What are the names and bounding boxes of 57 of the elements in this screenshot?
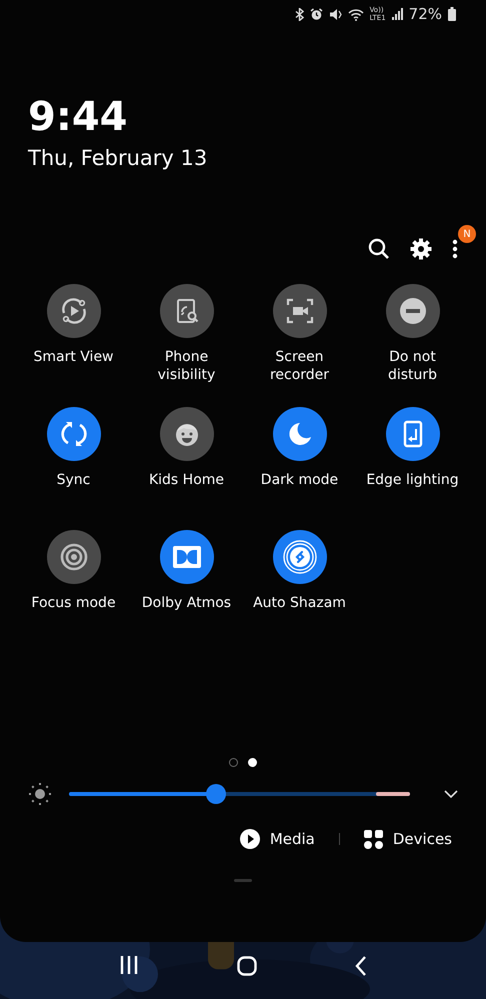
home-icon: [237, 956, 257, 976]
chevron-down-icon: [444, 790, 458, 798]
toggle-label: Focus mode: [31, 594, 116, 612]
media-button[interactable]: Media: [238, 827, 317, 851]
toggle-label: Screen recorder: [268, 348, 330, 384]
drag-handle[interactable]: [234, 879, 252, 882]
quick-toggle[interactable]: [272, 284, 326, 338]
screen-recorder-icon: [284, 296, 314, 326]
target-icon: [60, 543, 88, 571]
more-button[interactable]: [450, 237, 460, 261]
clock-date: Thu, February 13: [28, 146, 208, 170]
quick-toggle[interactable]: [160, 284, 214, 338]
quick-toggle[interactable]: [46, 530, 100, 584]
battery-icon: [448, 7, 456, 21]
toggle-label: Dolby Atmos: [142, 594, 232, 612]
brightness-icon: [29, 783, 51, 805]
expand-button[interactable]: [442, 788, 460, 800]
wifi-icon: [348, 8, 364, 20]
search-icon: [368, 238, 390, 260]
signal-icon: [392, 8, 403, 20]
play-icon: [240, 829, 260, 849]
toggle-label: Phone visibility: [156, 348, 216, 384]
alarm-icon: [310, 8, 323, 20]
toggle-label: Edge lighting: [366, 471, 459, 489]
grid-icon: [364, 830, 383, 848]
clock-time: 9:44: [28, 94, 128, 140]
bluetooth-icon: [294, 8, 304, 20]
devices-button[interactable]: Devices: [362, 828, 454, 850]
recents-icon: [119, 956, 139, 974]
dolby-icon: [172, 546, 200, 568]
quick-toggle[interactable]: [272, 530, 326, 584]
battery-percent: 72%: [408, 5, 442, 23]
back-icon: [355, 956, 367, 976]
quick-toggle[interactable]: [386, 284, 440, 338]
toggle-label: Do not disturb: [386, 348, 438, 384]
page-indicator-dot[interactable]: [229, 758, 238, 766]
sync-icon: [58, 419, 88, 449]
toggle-label: Dark mode: [260, 471, 338, 489]
quick-toggle[interactable]: [272, 407, 326, 461]
toggle-label: Kids Home: [148, 471, 224, 489]
settings-button[interactable]: [408, 236, 434, 262]
notification-badge: N: [458, 225, 476, 243]
minus-circle-icon: [398, 297, 426, 325]
quick-toggle[interactable]: [160, 530, 214, 584]
toggle-label: Smart View: [33, 348, 114, 366]
settings-icon: [410, 238, 432, 260]
quick-toggle[interactable]: [46, 284, 100, 338]
mute-icon: [328, 8, 342, 20]
toggle-label: Auto Shazam: [253, 594, 346, 612]
quick-toggle[interactable]: [160, 407, 214, 461]
slider-thumb[interactable]: [206, 784, 226, 804]
outdoor-range-mark: [376, 792, 410, 796]
toggle-label: Sync: [56, 471, 90, 489]
quick-toggle[interactable]: [386, 407, 440, 461]
quick-toggle[interactable]: [46, 407, 100, 461]
more-icon: [452, 239, 458, 259]
shazam-icon: [282, 540, 316, 574]
